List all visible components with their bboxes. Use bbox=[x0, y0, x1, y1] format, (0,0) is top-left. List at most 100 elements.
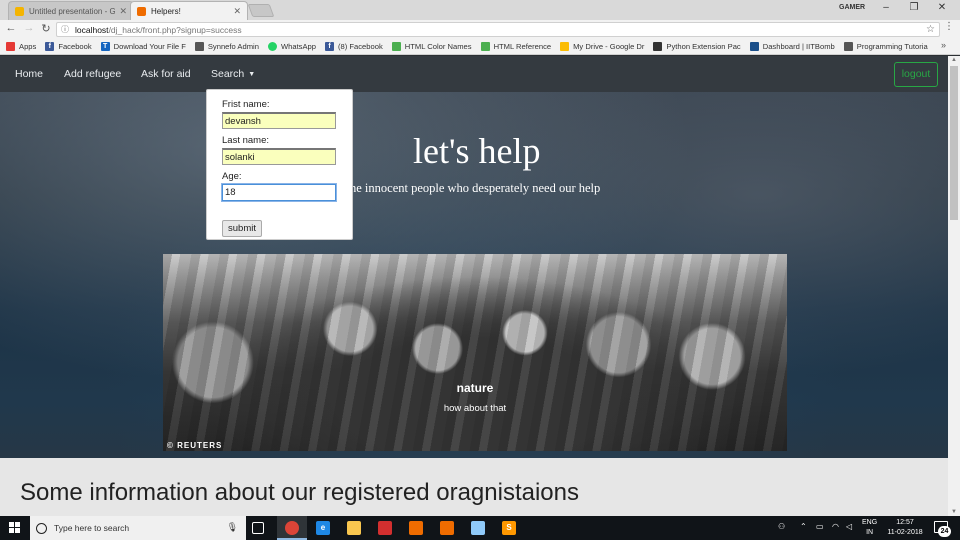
browser-tab-strip: Untitled presentation - G ✕ Helpers! ✕ G… bbox=[0, 0, 960, 20]
restore-icon[interactable]: ❐ bbox=[904, 2, 924, 13]
synnefo-icon bbox=[194, 42, 204, 51]
user-app-icon[interactable] bbox=[471, 521, 485, 535]
bookmark-facebook-8[interactable]: f (8) Facebook bbox=[325, 42, 383, 51]
bookmark-star-icon[interactable]: ☆ bbox=[926, 24, 935, 35]
first-name-input[interactable] bbox=[222, 112, 336, 129]
info-section: Some information about our registered or… bbox=[0, 458, 948, 516]
clock-date: 11-02-2018 bbox=[887, 529, 923, 536]
carousel-caption-text: how about that bbox=[443, 403, 507, 414]
address-bar[interactable]: ⓘ localhost/dj_hack/front.php?signup=suc… bbox=[56, 22, 940, 37]
bookmarks-overflow-icon[interactable]: » bbox=[941, 40, 946, 50]
scroll-up-arrow-icon[interactable]: ▲ bbox=[948, 57, 960, 63]
scroll-down-arrow-icon[interactable]: ▼ bbox=[948, 509, 960, 515]
battery-icon[interactable]: ▭ bbox=[816, 522, 824, 531]
task-view-icon[interactable] bbox=[252, 522, 264, 534]
xampp-icon[interactable] bbox=[440, 521, 454, 535]
region-code: IN bbox=[866, 529, 874, 536]
bookmark-label: Synnefo Admin bbox=[207, 42, 259, 51]
bookmark-html-color-names[interactable]: HTML Color Names bbox=[391, 42, 472, 51]
submit-button[interactable]: submit bbox=[222, 220, 262, 237]
close-icon[interactable]: ✕ bbox=[233, 6, 241, 17]
close-icon[interactable]: ✕ bbox=[119, 6, 127, 17]
nav-ask-for-aid[interactable]: Ask for aid bbox=[141, 68, 191, 80]
bookmark-facebook[interactable]: f Facebook bbox=[45, 42, 92, 51]
windows-start-icon[interactable] bbox=[9, 522, 21, 534]
bookmark-dashboard[interactable]: Dashboard | IITBomb bbox=[749, 42, 835, 51]
bookmark-apps[interactable]: Apps bbox=[6, 42, 36, 51]
sublime-text-icon[interactable]: S bbox=[502, 521, 516, 535]
clock-time: 12:57 bbox=[896, 519, 914, 526]
bookmark-programming-tutorials[interactable]: Programming Tutoria bbox=[843, 42, 928, 51]
bookmark-python-extension[interactable]: Python Extension Pac bbox=[653, 42, 741, 51]
cortana-icon bbox=[36, 522, 47, 534]
people-icon[interactable]: ⚇ bbox=[778, 522, 785, 531]
chrome-icon[interactable] bbox=[285, 521, 299, 535]
apps-grid-icon bbox=[6, 42, 15, 51]
tab-helpers[interactable]: Helpers! ✕ bbox=[130, 1, 248, 20]
bookmark-label: Facebook bbox=[58, 42, 92, 51]
forward-arrow-icon[interactable]: → bbox=[22, 22, 36, 34]
nav-home[interactable]: Home bbox=[15, 68, 43, 80]
bookmark-whatsapp[interactable]: WhatsApp bbox=[267, 42, 316, 51]
volume-icon[interactable]: ◁ bbox=[846, 522, 852, 531]
wifi-icon[interactable]: ◠ bbox=[832, 522, 839, 531]
bookmark-google-drive[interactable]: My Drive - Google Dr bbox=[560, 42, 644, 51]
show-hidden-icons-icon[interactable]: ⌃ bbox=[800, 522, 807, 531]
bookmark-html-reference[interactable]: HTML Reference bbox=[480, 42, 551, 51]
bookmark-label: Python Extension Pac bbox=[666, 42, 741, 51]
url-host: localhost bbox=[75, 24, 109, 35]
image-carousel[interactable]: nature how about that © REUTERS bbox=[163, 254, 787, 451]
logout-button[interactable]: logout bbox=[894, 62, 938, 87]
bookmark-label: Programming Tutoria bbox=[856, 42, 928, 51]
whatsapp-icon bbox=[267, 42, 277, 51]
mail-icon[interactable] bbox=[378, 521, 392, 535]
carousel-caption-title: nature bbox=[456, 381, 494, 395]
search-dropdown-form: Frist name: Last name: Age: submit bbox=[206, 89, 353, 240]
caret-down-icon: ▼ bbox=[248, 71, 256, 78]
refugee-boat-photo bbox=[163, 254, 787, 451]
scrollbar-thumb[interactable] bbox=[950, 66, 958, 220]
site-favicon-icon bbox=[137, 6, 146, 16]
age-input[interactable] bbox=[222, 184, 336, 201]
window-close-icon[interactable]: ✕ bbox=[932, 2, 952, 13]
info-icon[interactable]: ⓘ bbox=[61, 24, 69, 35]
nav-add-refugee[interactable]: Add refugee bbox=[64, 68, 121, 80]
bookmark-label: Apps bbox=[19, 42, 37, 51]
age-label: Age: bbox=[222, 171, 242, 182]
reload-icon[interactable]: ↻ bbox=[39, 22, 53, 35]
bookmark-label: Download Your File F bbox=[113, 42, 186, 51]
last-name-label: Last name: bbox=[222, 135, 269, 146]
facebook-icon: f bbox=[45, 42, 55, 51]
nav-search-dropdown[interactable]: Search ▼ bbox=[211, 68, 255, 80]
slides-icon bbox=[15, 6, 24, 16]
document-app-icon[interactable] bbox=[409, 521, 423, 535]
reuters-watermark: © REUTERS bbox=[167, 441, 223, 450]
language-code: ENG bbox=[862, 519, 878, 526]
bookmark-label: My Drive - Google Dr bbox=[573, 42, 645, 51]
last-name-input[interactable] bbox=[222, 148, 336, 165]
menu-kebab-icon[interactable]: ⋮ bbox=[944, 21, 954, 32]
microphone-icon[interactable]: 🎙 bbox=[227, 522, 238, 533]
new-tab-button[interactable] bbox=[247, 4, 275, 17]
info-heading: Some information about our registered or… bbox=[20, 479, 579, 506]
hero-subtitle: he innocent people who desperately need … bbox=[350, 181, 601, 195]
bookmark-synnefo[interactable]: Synnefo Admin bbox=[194, 42, 259, 51]
page-scrollbar[interactable]: ▲ ▼ bbox=[948, 56, 960, 516]
t-icon: T bbox=[100, 42, 110, 51]
bookmark-label: (8) Facebook bbox=[338, 42, 383, 51]
taskbar-clock[interactable]: 12:57 11-02-2018 bbox=[880, 518, 930, 538]
bookmark-label: HTML Color Names bbox=[404, 42, 472, 51]
bookmark-download-file[interactable]: T Download Your File F bbox=[100, 42, 186, 51]
bookmarks-bar: Apps f Facebook T Download Your File F S… bbox=[0, 39, 960, 55]
tab-untitled-presentation[interactable]: Untitled presentation - G ✕ bbox=[8, 1, 134, 20]
minimize-icon[interactable]: – bbox=[876, 2, 896, 13]
browser-toolbar: ← → ↻ ⓘ localhost/dj_hack/front.php?sign… bbox=[0, 20, 960, 39]
input-language[interactable]: ENG IN bbox=[862, 518, 877, 538]
file-explorer-icon[interactable] bbox=[347, 521, 361, 535]
tab-title: Helpers! bbox=[151, 6, 181, 16]
edge-icon[interactable]: e bbox=[316, 521, 330, 535]
back-arrow-icon[interactable]: ← bbox=[4, 22, 18, 34]
bookmark-label: WhatsApp bbox=[280, 42, 316, 51]
taskbar-search-box[interactable]: Type here to search 🎙 bbox=[30, 516, 246, 540]
hero-title: let's help bbox=[413, 131, 541, 171]
